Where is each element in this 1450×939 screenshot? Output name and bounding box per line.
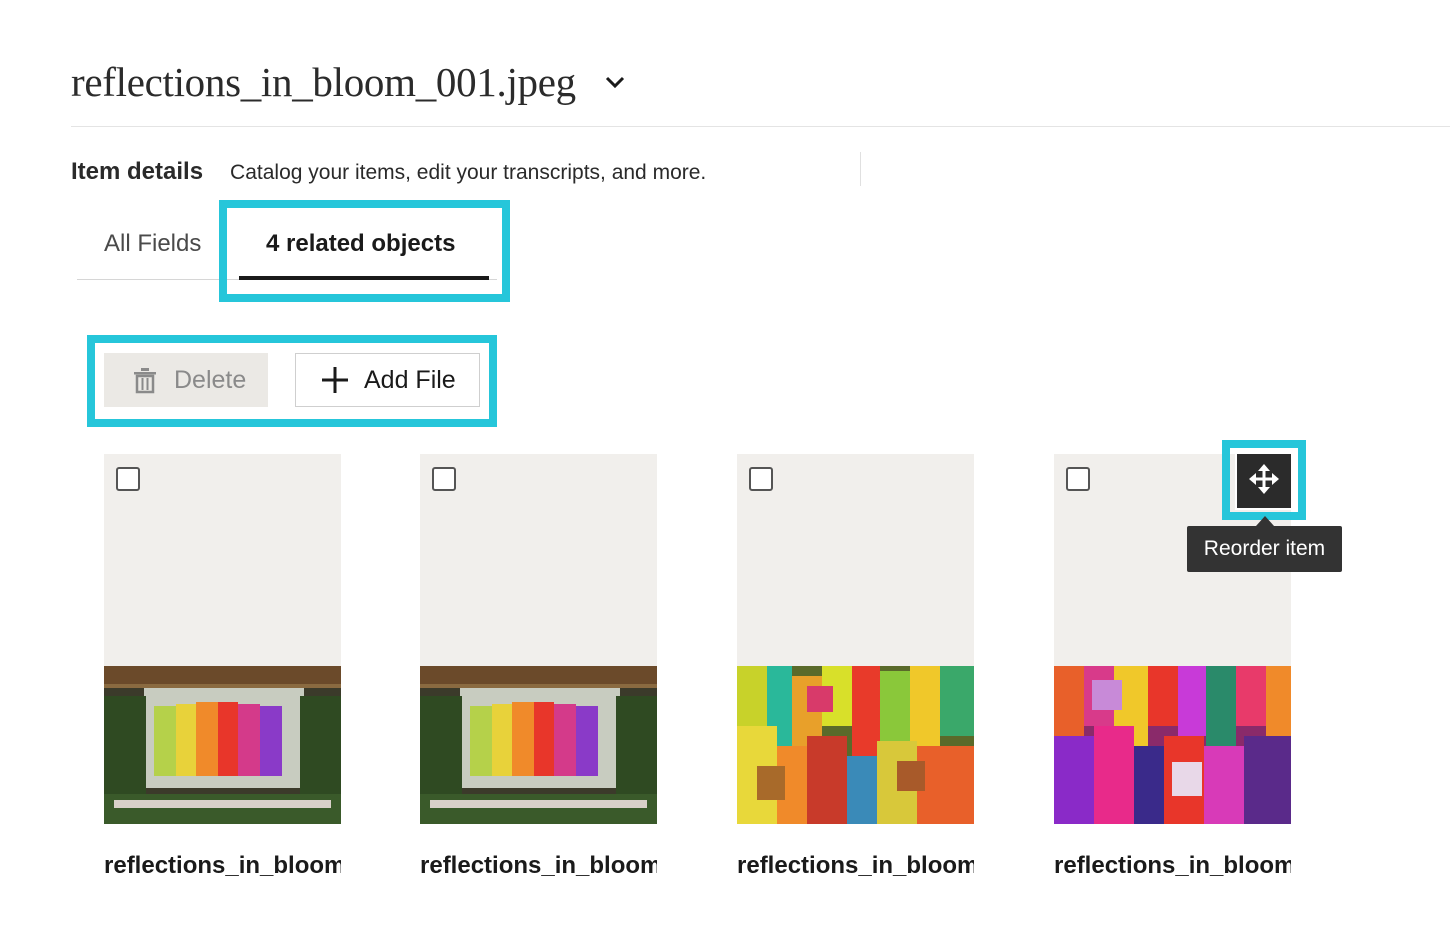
card-thumbnail[interactable]: [104, 666, 341, 824]
chevron-down-icon[interactable]: [604, 71, 626, 93]
card-filename[interactable]: reflections_in_bloom: [104, 852, 341, 880]
card-thumbnail[interactable]: [737, 666, 974, 824]
vertical-divider: [860, 152, 861, 186]
add-file-button-label: Add File: [364, 365, 456, 394]
card-filename[interactable]: reflections_in_bloom: [737, 852, 974, 880]
card-checkbox[interactable]: [749, 467, 773, 491]
card-thumbnail[interactable]: [1054, 666, 1291, 824]
header-divider: [71, 126, 1450, 127]
add-file-button[interactable]: Add File: [295, 353, 480, 407]
delete-button-label: Delete: [174, 365, 247, 394]
plus-icon: [320, 365, 350, 395]
reorder-tooltip: Reorder item: [1187, 526, 1342, 572]
tab-related-objects[interactable]: 4 related objects: [266, 230, 455, 258]
reorder-item-button[interactable]: [1235, 452, 1293, 510]
trash-icon: [130, 365, 160, 395]
move-icon: [1248, 463, 1280, 500]
item-details-row: Item details Catalog your items, edit yo…: [71, 158, 706, 186]
tooltip-arrow: [1256, 516, 1274, 526]
card-checkbox[interactable]: [432, 467, 456, 491]
card-thumbnail[interactable]: [420, 666, 657, 824]
page-header: reflections_in_bloom_001.jpeg: [71, 58, 626, 106]
active-tab-indicator: [239, 276, 489, 280]
card-filename[interactable]: reflections_in_bloom: [1054, 852, 1291, 880]
card-checkbox[interactable]: [1066, 467, 1090, 491]
card-checkbox[interactable]: [116, 467, 140, 491]
delete-button[interactable]: Delete: [104, 353, 268, 407]
card-filename[interactable]: reflections_in_bloom: [420, 852, 657, 880]
item-details-description: Catalog your items, edit your transcript…: [230, 161, 707, 184]
item-details-label: Item details: [71, 158, 204, 185]
page-title: reflections_in_bloom_001.jpeg: [71, 59, 576, 105]
tab-all-fields[interactable]: All Fields: [104, 230, 201, 258]
